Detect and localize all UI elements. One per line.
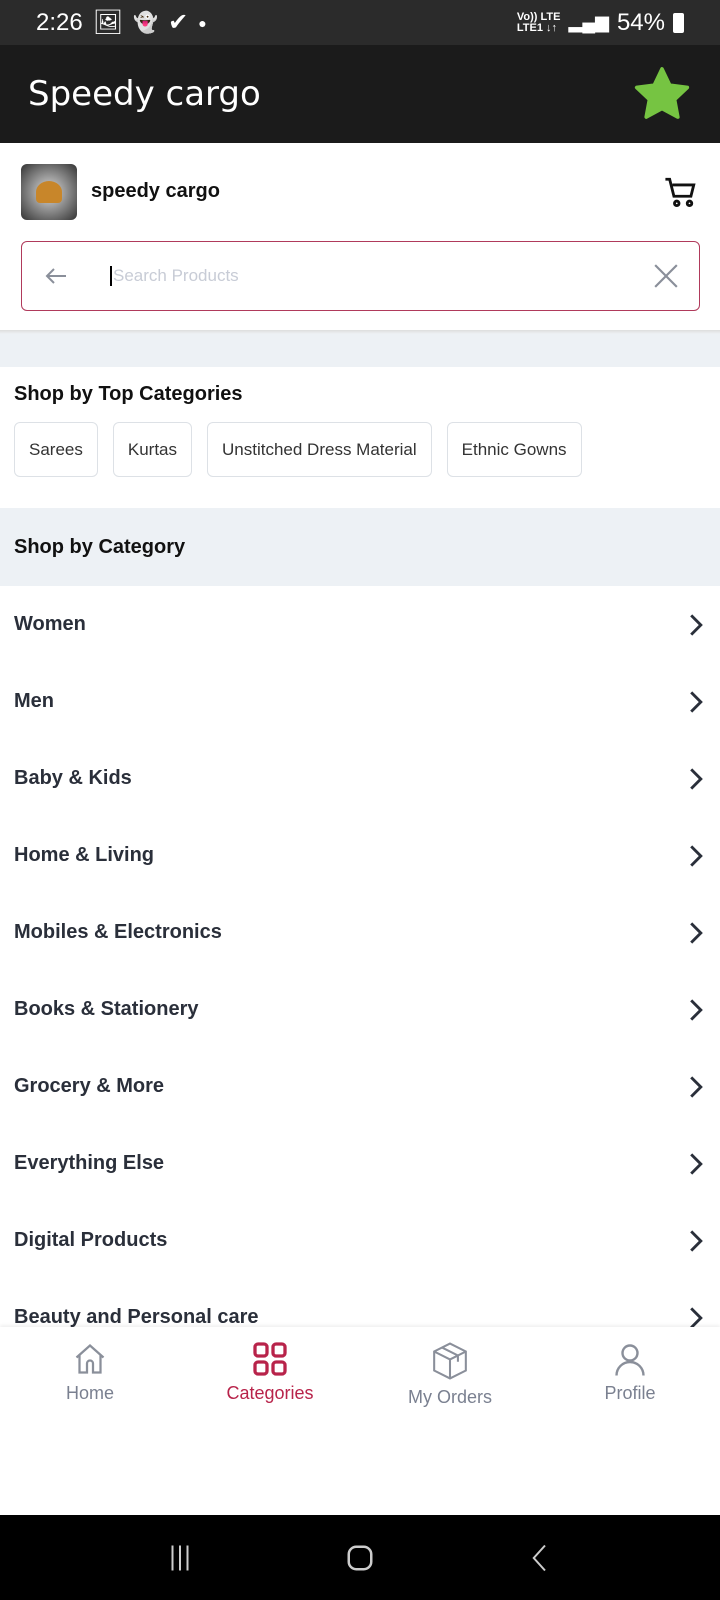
chevron-right-icon — [690, 844, 703, 867]
home-button-icon[interactable] — [345, 1543, 375, 1573]
category-row[interactable]: Baby & Kids — [0, 740, 720, 817]
tab-label: Categories — [226, 1383, 314, 1403]
chevron-right-icon — [690, 767, 703, 790]
chevron-right-icon — [690, 1306, 703, 1329]
star-icon[interactable] — [632, 65, 692, 123]
tab-profile[interactable]: Profile — [540, 1327, 720, 1404]
category-list: Women Men Baby & Kids Home & Living Mobiles … — [0, 586, 720, 1356]
category-label: Everything Else — [14, 1152, 165, 1174]
chevron-right-icon — [690, 1075, 703, 1098]
category-label: Women — [14, 613, 86, 635]
back-arrow-icon[interactable] — [42, 264, 70, 288]
category-row[interactable]: Books & Stationery — [0, 971, 720, 1048]
category-chip[interactable]: Ethnic Gowns — [446, 422, 582, 477]
recents-icon[interactable] — [165, 1543, 195, 1573]
grid-icon — [253, 1342, 287, 1376]
chevron-right-icon — [690, 613, 703, 636]
category-row[interactable]: Digital Products — [0, 1202, 720, 1279]
chevron-right-icon — [690, 1152, 703, 1175]
category-label: Mobiles & Electronics — [14, 921, 222, 943]
tab-categories[interactable]: Categories — [180, 1327, 360, 1404]
back-icon[interactable] — [525, 1543, 555, 1573]
chevron-right-icon — [690, 690, 703, 713]
category-chip[interactable]: Unstitched Dress Material — [207, 422, 432, 477]
battery-percent: 54% — [616, 8, 665, 36]
category-label: Baby & Kids — [14, 767, 132, 789]
category-row[interactable]: Grocery & More — [0, 1048, 720, 1125]
top-categories-section: Shop by Top Categories Sarees Kurtas Uns… — [0, 367, 720, 508]
check-icon: ✔ — [168, 9, 189, 36]
chevron-right-icon — [690, 1229, 703, 1252]
app-bar: Speedy cargo — [0, 45, 720, 143]
clock: 2:26 — [36, 8, 83, 36]
tab-home[interactable]: Home — [0, 1327, 180, 1404]
battery-icon — [673, 12, 684, 33]
section-heading: Shop by Top Categories — [14, 383, 243, 405]
store-logo — [21, 163, 77, 220]
home-icon — [75, 1343, 105, 1374]
box-icon — [433, 1342, 467, 1380]
category-row[interactable]: Women — [0, 586, 720, 663]
store-name: speedy cargo — [91, 180, 220, 202]
section-heading: Shop by Category — [14, 535, 186, 558]
app-title: Speedy cargo — [28, 74, 261, 114]
category-section-header: Shop by Category — [0, 508, 720, 586]
category-label: Books & Stationery — [14, 998, 199, 1020]
volte-label: Vo)) LTE — [516, 10, 561, 23]
search-input[interactable] — [110, 266, 653, 286]
category-chip[interactable]: Kurtas — [112, 422, 193, 477]
category-row[interactable]: Mobiles & Electronics — [0, 894, 720, 971]
search-box — [21, 241, 700, 311]
spacer-band — [0, 334, 720, 367]
category-row[interactable]: Men — [0, 663, 720, 740]
user-icon — [615, 1344, 645, 1376]
lte-label: LTE1 ↓↑ — [516, 21, 558, 34]
tab-label: Home — [65, 1383, 114, 1403]
chevron-right-icon — [690, 998, 703, 1021]
dot-icon: ● — [198, 14, 207, 31]
bottom-nav: Home Categories My Orders Profile — [0, 1327, 720, 1515]
category-label: Grocery & More — [14, 1075, 165, 1097]
cart-icon[interactable] — [663, 175, 699, 209]
tab-label: My Orders — [407, 1387, 492, 1407]
clear-icon[interactable] — [653, 263, 679, 289]
tab-label: Profile — [604, 1383, 656, 1403]
chevron-right-icon — [690, 921, 703, 944]
category-label: Men — [14, 690, 54, 712]
system-nav-bar — [0, 1515, 720, 1600]
category-label: Home & Living — [14, 844, 155, 866]
store-header: speedy cargo — [0, 143, 720, 240]
status-bar: 2:26 🖼 👻 ✔ ● Vo)) LTE LTE1 ↓↑ ▂▄▆ 54% — [0, 0, 720, 45]
signal-icon: ▂▄▆ — [568, 12, 609, 32]
category-label: Digital Products — [14, 1229, 168, 1251]
snapchat-icon: 👻 — [133, 12, 159, 34]
category-label: Beauty and Personal care — [14, 1306, 259, 1328]
category-chip[interactable]: Sarees — [14, 422, 98, 477]
category-row[interactable]: Everything Else — [0, 1125, 720, 1202]
category-row[interactable]: Home & Living — [0, 817, 720, 894]
tab-my-orders[interactable]: My Orders — [360, 1327, 540, 1408]
gallery-icon: 🖼 — [92, 9, 124, 36]
